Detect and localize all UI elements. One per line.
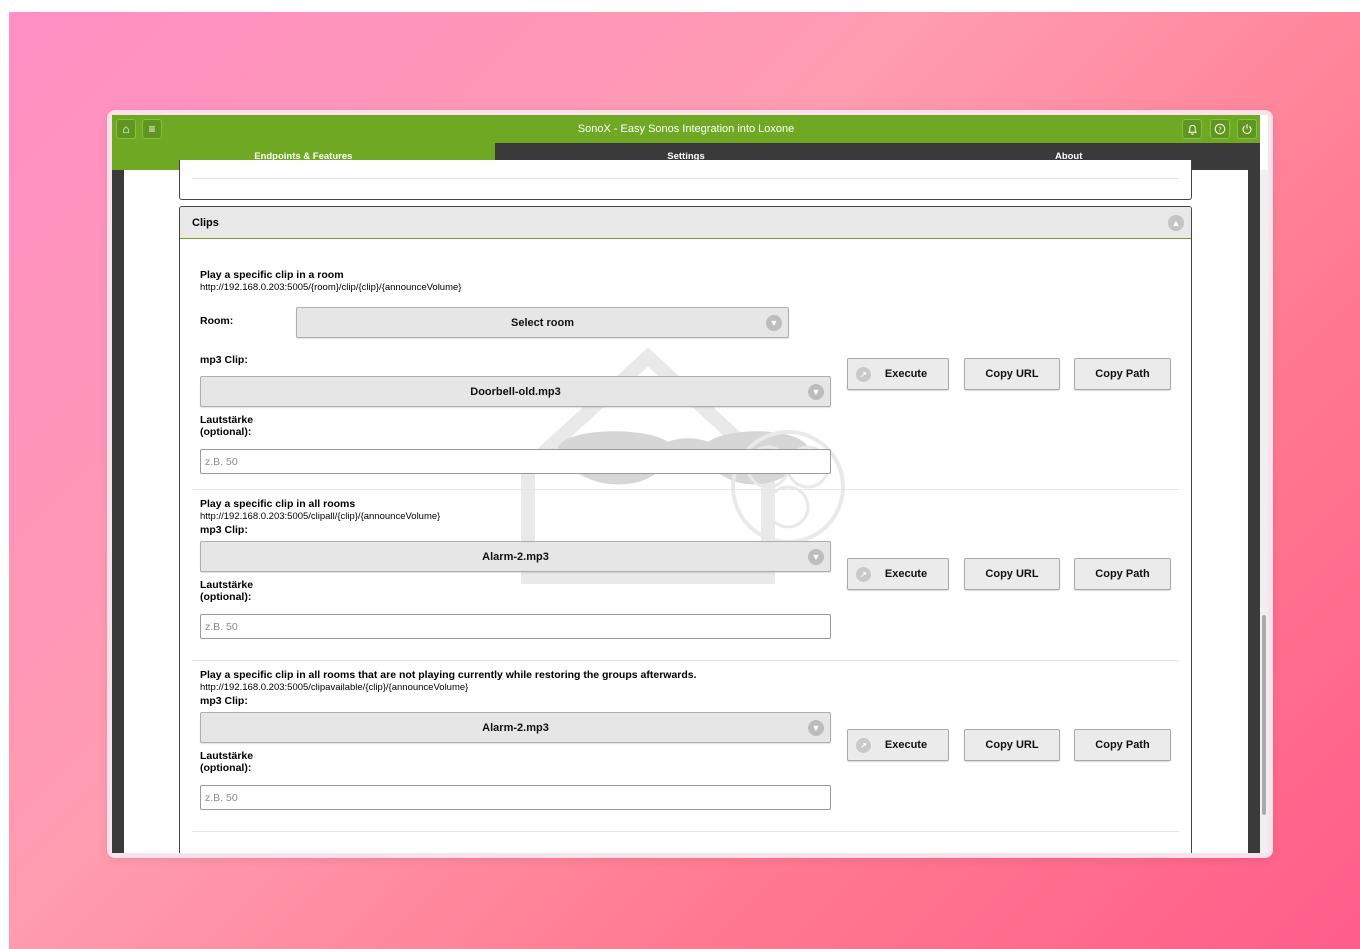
room-label: Room: xyxy=(200,315,234,327)
chevron-down-icon: ▼ xyxy=(808,720,824,736)
execute-icon: ↗ xyxy=(856,738,871,753)
volume-label-line-1: Lautstärke xyxy=(200,414,254,426)
collapse-icon[interactable]: ▲ xyxy=(1168,215,1184,231)
volume-label-line-1: Lautstärke xyxy=(200,579,254,591)
clip-label: mp3 Clip: xyxy=(200,695,248,707)
execute-icon: ↗ xyxy=(856,567,871,582)
clip-select[interactable]: Alarm-2.mp3 ▼ xyxy=(200,541,831,572)
app-content: ⌂ ≡ SonoX - Easy Sonos Integration into … xyxy=(112,115,1268,853)
execute-button-label: Execute xyxy=(884,739,928,751)
vertical-scrollbar[interactable] xyxy=(1260,170,1268,853)
execute-icon: ↗ xyxy=(856,367,871,382)
power-icon[interactable] xyxy=(1237,119,1257,139)
previous-panel-end xyxy=(179,160,1192,200)
app-window: ⌂ ≡ SonoX - Easy Sonos Integration into … xyxy=(107,110,1273,858)
execute-button[interactable]: ↗ Execute xyxy=(847,729,949,761)
volume-label: Lautstärke (optional): xyxy=(200,414,253,438)
divider xyxy=(192,178,1179,179)
content-scroll-area: Clips ▲ Play a specific clip in a room h… xyxy=(112,160,1260,853)
clip-select-value: Doorbell-old.mp3 xyxy=(470,385,561,398)
room-select[interactable]: Select room ▼ xyxy=(296,307,789,338)
home-icon[interactable]: ⌂ xyxy=(116,119,136,139)
section-url: http://192.168.0.203:5005/clipavailable/… xyxy=(200,682,469,693)
chevron-down-icon: ▼ xyxy=(808,384,824,400)
section-title: Play a specific clip in a room xyxy=(200,269,344,281)
volume-label-line-1: Lautstärke xyxy=(200,750,254,762)
copy-path-button[interactable]: Copy Path xyxy=(1074,558,1171,590)
volume-input[interactable] xyxy=(200,785,831,810)
volume-input[interactable] xyxy=(200,614,831,639)
section-title: Play a specific clip in all rooms xyxy=(200,498,356,510)
menu-icon[interactable]: ≡ xyxy=(142,119,162,139)
copy-url-button[interactable]: Copy URL xyxy=(964,358,1060,390)
chevron-down-icon: ▼ xyxy=(766,315,782,331)
section-title: Play a specific clip in all rooms that a… xyxy=(200,669,697,681)
clip-select-value: Alarm-2.mp3 xyxy=(482,550,549,563)
section-url: http://192.168.0.203:5005/{room}/clip/{c… xyxy=(200,282,462,293)
scrollbar-thumb[interactable] xyxy=(1262,615,1266,815)
volume-label-line-2: (optional): xyxy=(200,591,252,603)
clip-select[interactable]: Doorbell-old.mp3 ▼ xyxy=(200,376,831,407)
clip-select-value: Alarm-2.mp3 xyxy=(482,721,549,734)
clip-available-section: Play a specific clip in all rooms that a… xyxy=(192,661,1179,832)
copy-path-button[interactable]: Copy Path xyxy=(1074,729,1171,761)
volume-label-line-2: (optional): xyxy=(200,762,252,774)
clip-all-section: Play a specific clip in all rooms http:/… xyxy=(192,490,1179,661)
clip-select[interactable]: Alarm-2.mp3 ▼ xyxy=(200,712,831,743)
chevron-down-icon: ▼ xyxy=(808,549,824,565)
bell-icon[interactable] xyxy=(1182,119,1202,139)
room-select-value: Select room xyxy=(511,316,574,329)
volume-label: Lautstärke (optional): xyxy=(200,750,253,774)
execute-button-label: Execute xyxy=(884,368,928,380)
clips-panel: Clips ▲ Play a specific clip in a room h… xyxy=(179,206,1192,853)
svg-text:?: ? xyxy=(1218,125,1221,133)
title-bar: ⌂ ≡ SonoX - Easy Sonos Integration into … xyxy=(112,115,1260,143)
copy-url-button[interactable]: Copy URL xyxy=(964,558,1060,590)
execute-button-label: Execute xyxy=(884,568,928,580)
clip-room-section: Play a specific clip in a room http://19… xyxy=(192,240,1179,490)
left-border xyxy=(112,170,124,853)
section-url: http://192.168.0.203:5005/clipall/{clip}… xyxy=(200,511,441,522)
copy-path-button[interactable]: Copy Path xyxy=(1074,358,1171,390)
execute-button[interactable]: ↗ Execute xyxy=(847,558,949,590)
clip-label: mp3 Clip: xyxy=(200,524,248,536)
clips-panel-header[interactable]: Clips ▲ xyxy=(180,207,1191,239)
execute-button[interactable]: ↗ Execute xyxy=(847,358,949,390)
volume-label: Lautstärke (optional): xyxy=(200,579,253,603)
copy-url-button[interactable]: Copy URL xyxy=(964,729,1060,761)
app-title: SonoX - Easy Sonos Integration into Loxo… xyxy=(577,123,795,135)
clip-label: mp3 Clip: xyxy=(200,354,248,366)
volume-label-line-2: (optional): xyxy=(200,426,252,438)
volume-input[interactable] xyxy=(200,449,831,474)
help-icon[interactable]: ? xyxy=(1210,119,1230,139)
right-border xyxy=(1248,170,1260,853)
panel-title: Clips xyxy=(192,216,219,229)
